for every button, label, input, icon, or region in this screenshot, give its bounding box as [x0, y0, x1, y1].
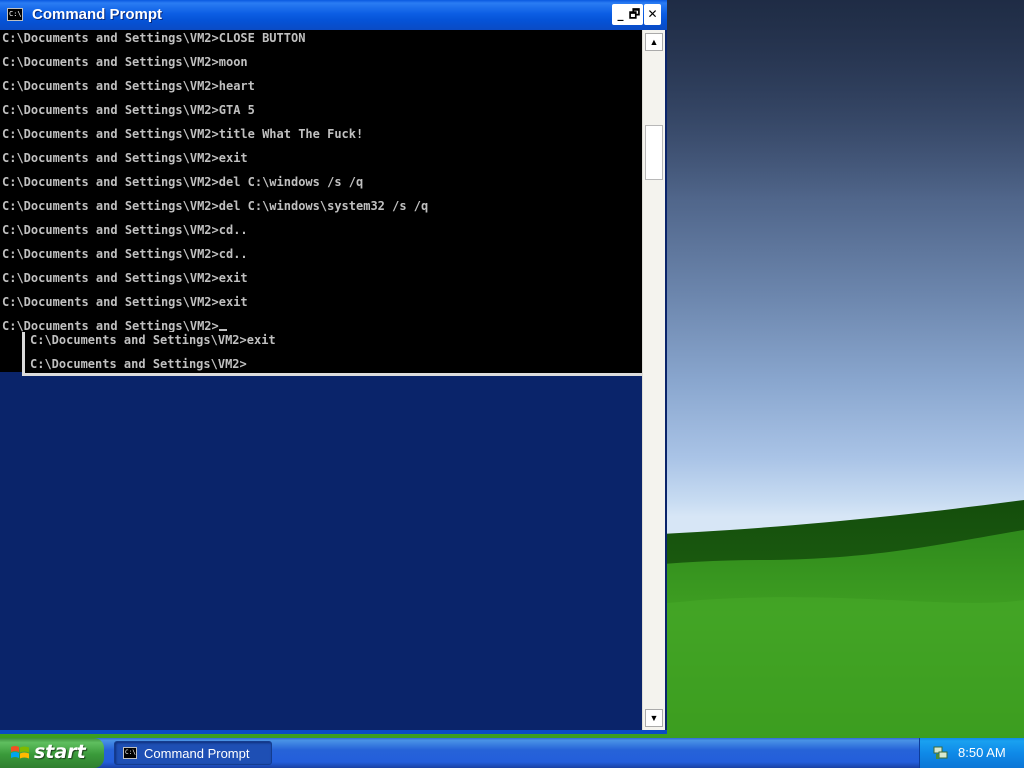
vertical-scrollbar[interactable]: ▲ ▼ — [642, 30, 665, 730]
console-line: C:\Documents and Settings\VM2>heart — [2, 79, 255, 93]
cmd-icon: C:\ — [7, 8, 23, 21]
console-line: C:\Documents and Settings\VM2>del C:\win… — [2, 175, 364, 189]
window-bottom-border — [0, 730, 667, 734]
console-line: C:\Documents and Settings\VM2>cd.. — [2, 223, 248, 237]
scroll-thumb[interactable] — [645, 125, 663, 180]
console-line: C:\Documents and Settings\VM2>moon — [2, 55, 248, 69]
console-line: C:\Documents and Settings\VM2>exit — [2, 271, 248, 285]
restore-button[interactable]: 🗗 — [626, 4, 643, 25]
console-line: C:\Documents and Settings\VM2>GTA 5 — [2, 103, 255, 117]
console-line: C:\Documents and Settings\VM2>exit — [2, 295, 248, 309]
console-line: C:\Documents and Settings\VM2>title What… — [2, 127, 364, 141]
ghost-line: C:\Documents and Settings\VM2> — [30, 357, 247, 371]
start-button[interactable]: start — [0, 738, 104, 768]
scroll-down-button[interactable]: ▼ — [645, 709, 663, 727]
close-button[interactable]: ✕ — [644, 4, 661, 25]
cmd-icon: C:\ — [123, 747, 137, 759]
windows-logo-icon — [11, 746, 29, 759]
console-prompt: C:\Documents and Settings\VM2> — [2, 319, 219, 333]
taskbar-item-command-prompt[interactable]: C:\ Command Prompt — [114, 741, 272, 765]
ghost-line: C:\Documents and Settings\VM2>exit — [30, 333, 276, 347]
command-prompt-window[interactable]: C:\ Command Prompt _ 🗗 ✕ C:\Documents an… — [0, 0, 667, 734]
ghost-console-artifact: C:\Documents and Settings\VM2>exit C:\Do… — [22, 332, 642, 376]
console-line: C:\Documents and Settings\VM2>CLOSE BUTT… — [2, 31, 306, 45]
console-output[interactable]: C:\Documents and Settings\VM2>CLOSE BUTT… — [0, 30, 642, 372]
taskbar: start C:\ Command Prompt 8:50 AM — [0, 738, 1024, 768]
clock[interactable]: 8:50 AM — [958, 745, 1006, 760]
start-label: start — [34, 741, 86, 763]
window-titlebar[interactable]: C:\ Command Prompt _ 🗗 ✕ — [0, 0, 667, 30]
system-tray: 8:50 AM — [919, 738, 1024, 768]
console-line: C:\Documents and Settings\VM2>cd.. — [2, 247, 248, 261]
taskbar-item-label: Command Prompt — [144, 746, 250, 761]
console-line: C:\Documents and Settings\VM2>del C:\win… — [2, 199, 429, 213]
console-line: C:\Documents and Settings\VM2>exit — [2, 151, 248, 165]
network-icon[interactable] — [932, 744, 950, 762]
scroll-up-button[interactable]: ▲ — [645, 33, 663, 51]
window-title: Command Prompt — [32, 6, 163, 23]
text-cursor — [218, 329, 227, 331]
